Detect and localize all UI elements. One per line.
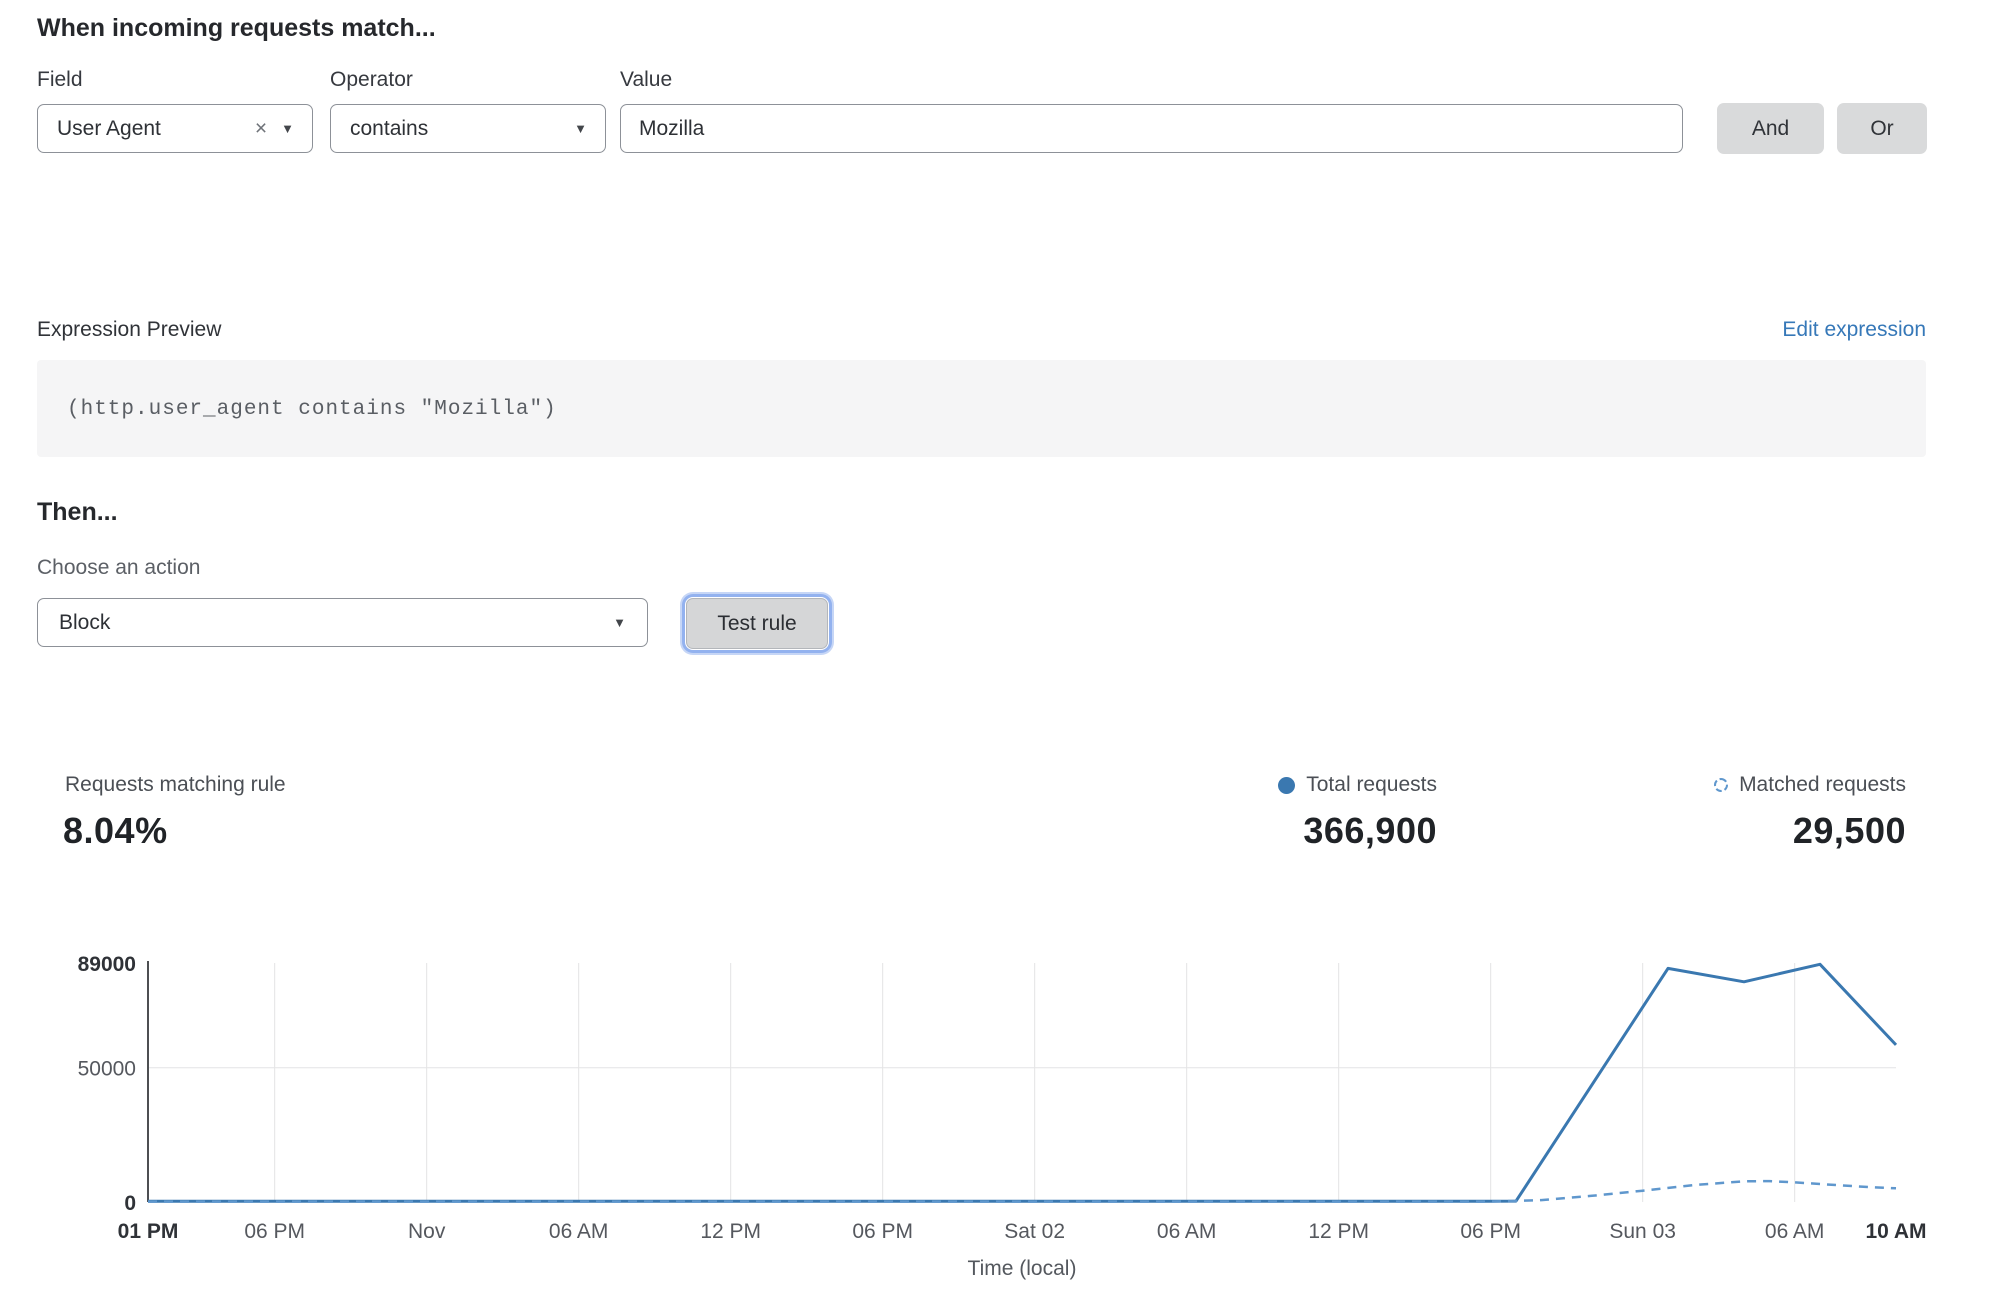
- operator-selected-value: contains: [331, 117, 574, 141]
- chevron-down-icon: ▼: [281, 122, 312, 135]
- page-title: When incoming requests match...: [37, 14, 436, 43]
- x-axis-title: Time (local): [968, 1257, 1077, 1280]
- x-tick-label: 06 PM: [1460, 1220, 1521, 1243]
- matched-requests-value: 29,500: [1793, 810, 1906, 852]
- expression-preview-label: Expression Preview: [37, 318, 221, 342]
- total-requests-label: Total requests: [1306, 773, 1437, 797]
- matched-requests-label: Matched requests: [1739, 773, 1906, 797]
- field-label: Field: [37, 68, 83, 92]
- x-tick-label: 12 PM: [700, 1220, 761, 1243]
- x-tick-label: 06 AM: [1157, 1220, 1217, 1243]
- firewall-rule-page: When incoming requests match... Field Op…: [0, 0, 1999, 1295]
- x-tick-label: 12 PM: [1308, 1220, 1369, 1243]
- x-tick-label: 06 PM: [244, 1220, 305, 1243]
- and-button[interactable]: And: [1717, 103, 1824, 154]
- solid-dot-icon: [1278, 777, 1295, 794]
- value-input[interactable]: [620, 104, 1683, 153]
- value-label: Value: [620, 68, 672, 92]
- x-tick-label: Sun 03: [1609, 1220, 1676, 1243]
- x-tick-label: 06 AM: [1765, 1220, 1825, 1243]
- x-tick-label: 01 PM: [118, 1220, 179, 1243]
- y-tick-label: 89000: [78, 953, 136, 976]
- action-select[interactable]: Block ▼: [37, 598, 648, 647]
- x-tick-label: Nov: [408, 1220, 446, 1243]
- or-button[interactable]: Or: [1837, 103, 1927, 154]
- dashed-circle-icon: [1714, 778, 1728, 792]
- edit-expression-link[interactable]: Edit expression: [1782, 318, 1926, 342]
- x-tick-label: Sat 02: [1004, 1220, 1065, 1243]
- then-title: Then...: [37, 498, 118, 527]
- field-select[interactable]: User Agent × ▼: [37, 104, 313, 153]
- y-tick-label: 0: [124, 1192, 136, 1215]
- total-requests-value: 366,900: [1303, 810, 1437, 852]
- matched-requests-legend: Matched requests: [1714, 773, 1906, 797]
- field-selected-value: User Agent: [38, 117, 249, 141]
- action-selected-value: Block: [38, 611, 613, 635]
- requests-matching-value: 8.04%: [63, 810, 168, 852]
- y-tick-label: 50000: [78, 1058, 136, 1081]
- operator-label: Operator: [330, 68, 413, 92]
- test-rule-button[interactable]: Test rule: [686, 598, 828, 649]
- series-line-solid: [148, 964, 1896, 1201]
- expression-code: (http.user_agent contains "Mozilla"): [37, 360, 1926, 421]
- x-tick-label: 06 PM: [852, 1220, 913, 1243]
- x-tick-label: 10 AM: [1865, 1220, 1926, 1243]
- operator-select[interactable]: contains ▼: [330, 104, 606, 153]
- choose-action-label: Choose an action: [37, 556, 200, 580]
- requests-chart: 0 50000 89000 01 PM 06 PM Nov 06 AM 12 PM 06 PM S…: [0, 938, 1999, 1295]
- expression-code-block: (http.user_agent contains "Mozilla"): [37, 360, 1926, 457]
- series-line-dashed: [148, 1181, 1896, 1202]
- requests-matching-label: Requests matching rule: [65, 773, 286, 797]
- chevron-down-icon: ▼: [613, 616, 647, 629]
- total-requests-legend: Total requests: [1278, 773, 1437, 797]
- clear-field-icon[interactable]: ×: [249, 118, 281, 139]
- x-tick-label: 06 AM: [549, 1220, 609, 1243]
- chevron-down-icon: ▼: [574, 122, 605, 135]
